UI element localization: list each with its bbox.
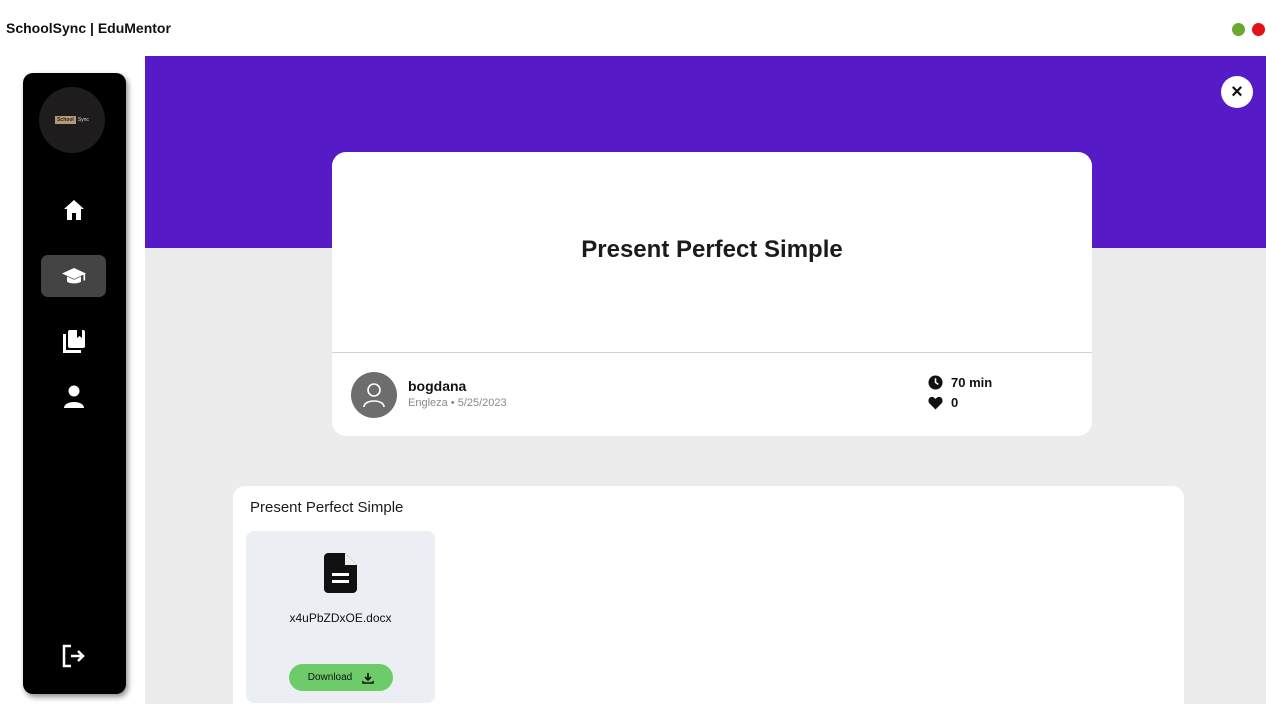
main-content: × Present Perfect Simple bogdana Engleza… — [145, 56, 1266, 704]
clock-icon — [928, 375, 943, 390]
sidebar-item-library[interactable] — [41, 321, 106, 363]
graduation-cap-icon — [61, 268, 86, 284]
likes-count: 0 — [951, 395, 959, 410]
card-divider — [332, 352, 1092, 353]
download-button[interactable]: Download — [289, 664, 393, 691]
sidebar-item-home[interactable] — [41, 189, 106, 231]
lesson-duration: 70 min — [928, 375, 992, 390]
lesson-title: Present Perfect Simple — [581, 236, 843, 263]
close-icon: × — [1231, 81, 1243, 103]
logo-mark: School Sync — [55, 116, 89, 124]
logout-button[interactable] — [41, 635, 106, 677]
file-name: x4uPbZDxOE.docx — [289, 611, 392, 625]
lesson-card: Present Perfect Simple bogdana Engleza •… — [332, 152, 1092, 436]
window-maximize-button[interactable] — [1232, 23, 1245, 36]
download-label: Download — [307, 672, 353, 683]
download-icon — [362, 672, 375, 684]
close-button[interactable]: × — [1221, 76, 1253, 108]
author-avatar[interactable] — [351, 372, 397, 418]
document-icon — [324, 553, 357, 593]
logout-icon — [62, 644, 85, 668]
heart-icon — [928, 396, 943, 410]
app-logo[interactable]: School Sync — [39, 87, 105, 153]
sidebar-item-profile[interactable] — [41, 376, 106, 418]
duration-value: 70 min — [951, 375, 993, 390]
book-icon — [62, 330, 85, 353]
lesson-likes[interactable]: 0 — [928, 395, 958, 410]
lesson-meta: Engleza • 5/25/2023 — [408, 397, 507, 409]
logo-text-sync: Sync — [77, 117, 89, 123]
user-icon — [63, 385, 84, 408]
author-name[interactable]: bogdana — [408, 378, 466, 394]
app-title: SchoolSync | EduMentor — [6, 20, 171, 36]
user-outline-icon — [363, 383, 385, 408]
window-close-button[interactable] — [1252, 23, 1265, 36]
logo-text-school: School — [55, 116, 76, 124]
sidebar-item-courses[interactable] — [41, 255, 106, 297]
file-card[interactable]: x4uPbZDxOE.docx Download — [246, 531, 435, 703]
sidebar: School Sync — [23, 73, 126, 694]
attachments-heading: Present Perfect Simple — [250, 499, 404, 516]
attachments-panel: Present Perfect Simple x4uPbZDxOE.docx D… — [233, 486, 1184, 704]
title-bar: SchoolSync | EduMentor — [0, 0, 1266, 56]
home-icon — [63, 200, 84, 220]
